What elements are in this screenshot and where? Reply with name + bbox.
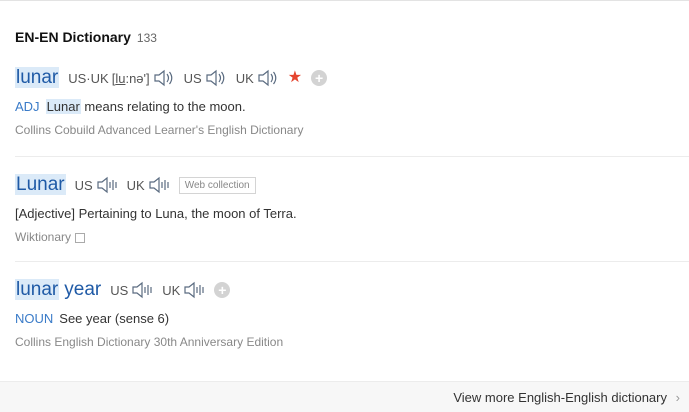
- pronunciation-us: US: [110, 281, 153, 299]
- headword-highlight: lunar: [15, 67, 60, 88]
- definition-text: See year (sense 6): [59, 311, 170, 326]
- plus-circle-icon[interactable]: +: [311, 70, 328, 86]
- web-collection-tag: Web collection: [178, 176, 256, 194]
- source-label: Collins Cobuild Advanced Learner's Engli…: [15, 123, 304, 137]
- star-icon[interactable]: ★: [288, 70, 302, 86]
- headword[interactable]: lunar: [15, 67, 60, 89]
- definition-text: means relating to the moon.: [80, 99, 246, 114]
- source-label: Collins English Dictionary 30th Annivers…: [15, 335, 284, 349]
- ipa-text: [lu:nə']: [111, 70, 150, 86]
- pronunciation-uk: UK: [236, 69, 279, 87]
- speaker-icon[interactable]: [131, 281, 153, 299]
- definition-highlight: Lunar: [45, 99, 81, 114]
- pron-label: US: [74, 177, 93, 193]
- pronunciation-us: US: [75, 176, 118, 194]
- part-of-speech: NOUN: [15, 311, 54, 326]
- speaker-icon[interactable]: [257, 69, 279, 87]
- plus-circle-icon[interactable]: +: [214, 282, 231, 298]
- speaker-icon[interactable]: [153, 69, 175, 87]
- speaker-icon[interactable]: [148, 176, 170, 194]
- definition: ADJ Lunar means relating to the moon.: [15, 99, 689, 114]
- part-of-speech: ADJ: [15, 99, 40, 114]
- headword-highlight: lunar: [15, 279, 60, 300]
- definition: NOUN See year (sense 6): [15, 311, 689, 326]
- pronunciation-us: US: [184, 69, 227, 87]
- view-more-link[interactable]: View more English-English dictionary: [453, 390, 667, 405]
- dictionary-header: EN-EN Dictionary 133: [15, 29, 157, 45]
- pron-label: UK: [235, 70, 254, 86]
- definition: [Adjective] Pertaining to Luna, the moon…: [15, 206, 689, 221]
- entry-lunar: lunar US·UK [lu:nə'] US UK ★ + ADJ Lunar…: [15, 66, 689, 137]
- headword-rest: year: [64, 279, 102, 300]
- pron-label: US: [183, 70, 202, 86]
- dictionary-source: Collins Cobuild Advanced Learner's Engli…: [15, 123, 689, 137]
- speaker-icon[interactable]: [96, 176, 118, 194]
- entry-lunar-year: lunar year US UK + NOUN See year (sense 6…: [15, 278, 689, 349]
- speaker-icon[interactable]: [205, 69, 227, 87]
- chevron-right-icon[interactable]: ›: [676, 390, 680, 405]
- pron-label: US·UK: [68, 70, 109, 86]
- footer-bar: View more English-English dictionary ›: [0, 381, 689, 412]
- copy-icon[interactable]: [75, 233, 86, 243]
- entry-lunar-web: Lunar US UK Web collection [Adjective] P…: [15, 173, 689, 244]
- dictionary-source: Collins English Dictionary 30th Annivers…: [15, 335, 689, 349]
- source-label: Wiktionary: [15, 230, 72, 244]
- pron-label: UK: [162, 282, 181, 298]
- top-divider: [0, 0, 689, 1]
- dictionary-count: 133: [136, 31, 157, 45]
- headword[interactable]: Lunar: [15, 174, 66, 196]
- pronunciation-us-uk: US·UK [lu:nə']: [68, 69, 174, 87]
- headword-highlight: Lunar: [15, 174, 66, 195]
- definition-text: [Adjective] Pertaining to Luna, the moon…: [15, 206, 297, 221]
- pronunciation-uk: UK: [162, 281, 205, 299]
- pron-label: UK: [126, 177, 145, 193]
- headword[interactable]: lunar year: [15, 279, 101, 301]
- entry-divider: [15, 261, 689, 262]
- entry-divider: [15, 156, 689, 157]
- speaker-icon[interactable]: [183, 281, 205, 299]
- pronunciation-uk: UK: [127, 176, 170, 194]
- dictionary-source: Wiktionary: [15, 230, 689, 244]
- pron-label: US: [110, 282, 129, 298]
- dictionary-title: EN-EN Dictionary: [15, 29, 131, 45]
